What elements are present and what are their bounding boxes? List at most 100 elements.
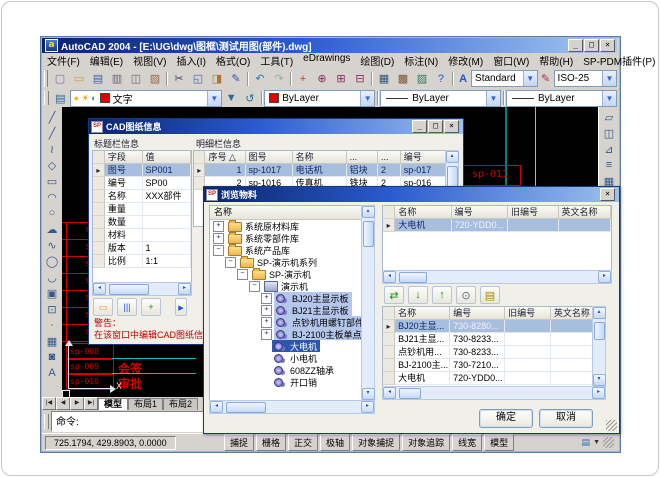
tree-item-label[interactable]: 系统产品库 <box>226 244 293 256</box>
text-style-icon[interactable]: A <box>455 70 471 88</box>
mirror-icon[interactable]: ⊿ <box>601 141 618 157</box>
move-down-icon[interactable]: ↓ <box>408 286 428 304</box>
column-header[interactable]: 编号 <box>450 307 505 320</box>
table-row[interactable]: 大电机720-YDD0... <box>383 372 593 385</box>
tree-item[interactable]: +系统零部件库 <box>210 232 362 244</box>
tree-item[interactable]: −SP-演示机系列 <box>210 256 362 268</box>
tree-item[interactable]: +BJ21主显示板 <box>210 304 362 316</box>
tab-scroll-arrow[interactable]: |◀ <box>42 397 56 410</box>
collapse-icon[interactable]: − <box>213 245 224 256</box>
table-row[interactable]: 名称XXX部件 <box>93 190 191 203</box>
table-row[interactable]: 比例1:1 <box>93 255 191 268</box>
tree-item-label[interactable]: 大电机 <box>272 340 320 352</box>
column-header[interactable]: 名称 <box>395 206 451 219</box>
toolbar-overflow-arrow[interactable]: ▸ <box>175 298 187 316</box>
menu-w[interactable]: 窗口(W) <box>488 53 534 68</box>
status-toggle[interactable]: 线宽 <box>452 434 482 451</box>
table-row[interactable]: BJ-2100主...730-7210... <box>383 359 593 372</box>
expand-icon[interactable]: + <box>261 293 272 304</box>
table-row[interactable]: 点钞机用...730-8233... <box>383 346 593 359</box>
tab-model[interactable]: 模型 <box>98 398 128 410</box>
properties-icon[interactable]: ▤ <box>480 286 500 304</box>
menu-e[interactable]: 编辑(E) <box>85 53 128 68</box>
tab-scroll-arrow[interactable]: ▶| <box>84 397 98 410</box>
tree-item-label[interactable]: 开口销 <box>272 376 320 388</box>
open-icon[interactable]: ▭ <box>93 298 113 316</box>
dialog-minimize-button[interactable]: _ <box>412 120 427 133</box>
column-header[interactable]: ... <box>378 151 401 164</box>
list-table-vscrollbar[interactable]: ▴▾ <box>592 306 606 387</box>
make-block-icon[interactable]: ⊡ <box>44 301 61 317</box>
tree-item[interactable]: +BJ20主显示板 <box>210 292 362 304</box>
zoom-window-icon[interactable]: ⊞ <box>331 70 350 88</box>
minimize-button[interactable]: _ <box>568 39 583 52</box>
tree-item[interactable]: −系统产品库 <box>210 244 362 256</box>
title-table-hscrollbar[interactable]: ◂▸ <box>92 282 192 296</box>
tree-item-label[interactable]: BJ21主显示板 <box>274 304 352 316</box>
table-row[interactable]: ▸图号SP001 <box>93 164 191 177</box>
line-icon[interactable]: ╱ <box>44 109 61 125</box>
plot-preview-icon[interactable]: ◫ <box>126 70 145 88</box>
tree-item[interactable]: −SP-演示机 <box>210 268 362 280</box>
dim-style-combo[interactable]: ISO-25▼ <box>554 70 617 87</box>
status-toggle[interactable]: 栅格 <box>256 434 286 451</box>
arc-icon[interactable]: ◠ <box>44 189 61 205</box>
tab-scroll-arrow[interactable]: ▶ <box>70 397 84 410</box>
polygon-icon[interactable]: ◇ <box>44 157 61 173</box>
title-bar[interactable]: a AutoCAD 2004 - [E:\UG\dwg\图框\测试用图(部件).… <box>42 38 617 53</box>
chevron-down-icon[interactable]: ▼ <box>360 91 374 106</box>
dialog-close-button[interactable]: × <box>444 120 459 133</box>
column-header[interactable]: 编号 <box>401 151 446 164</box>
table-row[interactable]: 重量 <box>93 203 191 216</box>
tree-item-label[interactable]: 608ZZ轴承 <box>272 364 337 376</box>
chevron-down-icon[interactable]: ▼ <box>602 91 616 106</box>
dialog-restore-button[interactable]: □ <box>428 120 443 133</box>
status-toggle[interactable]: 对象追踪 <box>402 434 450 451</box>
column-header[interactable]: 字段 <box>105 151 143 164</box>
ellipse-icon[interactable]: ◯ <box>44 253 61 269</box>
tree-item[interactable]: −演示机 <box>210 280 362 292</box>
status-toggle[interactable]: 对象捕捉 <box>352 434 400 451</box>
menu-o[interactable]: 格式(O) <box>211 53 255 68</box>
status-toggle[interactable]: 模型 <box>484 434 514 451</box>
tree-item[interactable]: +点钞机用螺钉部件 <box>210 316 362 328</box>
column-header[interactable]: 名称 <box>293 151 347 164</box>
layer-previous-icon[interactable]: ↺ <box>241 89 260 107</box>
tab-scroll-arrow[interactable]: ◀ <box>56 397 70 410</box>
text-style-combo[interactable]: Standard▼ <box>471 70 538 87</box>
toolbar-grip[interactable] <box>44 70 48 87</box>
erase-icon[interactable]: ▱ <box>601 109 618 125</box>
table-row[interactable]: ▸1sp-1017电话机铝块2sp-017 <box>194 164 446 177</box>
dialog-resize-grip[interactable] <box>606 420 617 431</box>
plot-icon[interactable]: ▥ <box>107 70 126 88</box>
save-icon[interactable]: ▤ <box>88 70 107 88</box>
open-icon[interactable]: ▭ <box>69 70 88 88</box>
column-header[interactable]: 旧编号 <box>508 206 559 219</box>
menu-m[interactable]: 修改(M) <box>443 53 488 68</box>
point-icon[interactable]: · <box>44 317 61 333</box>
menu-d[interactable]: 绘图(D) <box>355 53 399 68</box>
expand-icon[interactable]: + <box>213 221 224 232</box>
expand-icon[interactable]: + <box>213 233 224 244</box>
design-center-icon[interactable]: ▩ <box>393 70 412 88</box>
chevron-down-icon[interactable]: ▼ <box>523 71 537 86</box>
dialog-close-button[interactable]: × <box>600 188 615 201</box>
cancel-button[interactable]: 取消 <box>539 409 593 428</box>
ellipse-arc-icon[interactable]: ◡ <box>44 269 61 285</box>
menu-v[interactable]: 视图(V) <box>128 53 171 68</box>
tree-item-label[interactable]: 系统零部件库 <box>226 232 302 244</box>
tool-palettes-icon[interactable]: ▨ <box>412 70 431 88</box>
column-header[interactable]: ... <box>347 151 378 164</box>
table-row[interactable]: 编号SP00 <box>93 177 191 190</box>
copy-icon[interactable]: ◫ <box>601 125 618 141</box>
menu-i[interactable]: 插入(I) <box>171 53 210 68</box>
table-row[interactable]: BJ21主显...730-8233... <box>383 333 593 346</box>
move-up-icon[interactable]: ↑ <box>432 286 452 304</box>
column-header[interactable]: 序号 △ <box>205 151 245 164</box>
zoom-realtime-icon[interactable]: ⊕ <box>312 70 331 88</box>
communication-center-icon[interactable]: ▤ <box>582 437 591 448</box>
column-header[interactable]: 编号 <box>452 206 508 219</box>
window-resize-grip[interactable] <box>603 437 614 448</box>
tab-layout[interactable]: 布局2 <box>163 398 198 410</box>
cad-info-dialog-titlebar[interactable]: SP CAD图纸信息 _ □ × <box>89 119 463 134</box>
